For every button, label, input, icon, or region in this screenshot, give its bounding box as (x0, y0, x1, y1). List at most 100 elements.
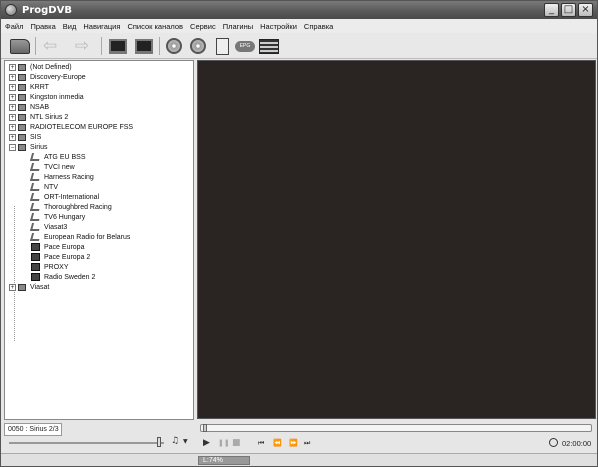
tree-channel-item[interactable]: NTV (29, 182, 58, 192)
tree-channel-item[interactable]: TV6 Hungary (29, 212, 86, 222)
tree-item-label: Pace Europa (44, 243, 85, 251)
maximize-button[interactable]: □ (561, 3, 576, 17)
menu-settings[interactable]: Настройки (260, 22, 297, 31)
expand-icon[interactable]: + (9, 133, 16, 141)
rewind-button[interactable]: ⏪ (273, 438, 282, 448)
tree-item-label: KRRT (30, 83, 49, 91)
video-display[interactable] (197, 60, 596, 419)
tree-item-label: SIS (30, 133, 42, 141)
epg-button[interactable]: EPG (234, 36, 256, 56)
radio-channel-icon (31, 263, 40, 271)
menu-channel-list[interactable]: Список каналов (127, 22, 183, 31)
document-button[interactable] (211, 36, 233, 56)
tree-item-label: RADIOTELECOM EUROPE FSS (30, 123, 134, 131)
open-folder-button[interactable] (9, 36, 31, 56)
menu-navigation[interactable]: Навигация (83, 22, 120, 31)
channel-status-field: 0050 : Sirius 2/3 (4, 423, 62, 436)
seek-thumb[interactable] (203, 424, 207, 432)
expand-icon[interactable]: + (9, 93, 16, 101)
tree-item-label: ORT-International (44, 193, 100, 201)
tree-provider-item[interactable]: + Viasat (9, 282, 49, 292)
menu-file[interactable]: Файл (5, 22, 23, 31)
tree-channel-item[interactable]: PROXY (31, 262, 69, 272)
tree-channel-item[interactable]: European Radio for Belarus (29, 232, 130, 242)
tree-item-label: (Not Defined) (30, 63, 72, 71)
tree-provider-item[interactable]: + Kingston inmedia (9, 92, 84, 102)
satellite-folder-icon (18, 73, 26, 81)
forward-button[interactable]: ⇨ (71, 36, 93, 56)
audio-note-icon[interactable]: ♫ (171, 436, 179, 446)
channel-tree[interactable]: + (Not Defined) + Discovery-Europe + KRRT + Kin… (4, 60, 194, 420)
close-button[interactable]: × (578, 3, 593, 17)
window-title: ProgDVB (22, 4, 72, 16)
expand-icon[interactable]: + (9, 63, 16, 71)
tree-provider-item[interactable]: + RADIOTELECOM EUROPE FSS (9, 122, 133, 132)
volume-slider[interactable] (9, 442, 164, 444)
collapse-icon[interactable]: − (9, 143, 16, 151)
title-bar[interactable]: ProgDVB _ □ × (1, 1, 597, 19)
app-logo-icon (5, 4, 17, 16)
tree-provider-item[interactable]: + (Not Defined) (9, 62, 72, 72)
volume-slider-thumb[interactable] (157, 437, 162, 447)
tree-provider-item[interactable]: + NSAB (9, 102, 49, 112)
tree-provider-item[interactable]: + KRRT (9, 82, 49, 92)
tv-channel-icon (29, 223, 42, 231)
tv-channel-icon (29, 203, 42, 211)
tv-channel-icon (29, 193, 42, 201)
tree-provider-item[interactable]: + Discovery-Europe (9, 72, 86, 82)
menu-edit[interactable]: Правка (30, 22, 55, 31)
arrow-right-icon: ⇨ (74, 36, 90, 56)
expand-icon[interactable]: + (9, 123, 16, 131)
next-button[interactable]: ⏭ (304, 438, 310, 448)
document-icon (215, 37, 229, 55)
app-window: ProgDVB _ □ × Файл Правка Вид Навигация … (0, 0, 598, 467)
expand-icon[interactable]: + (9, 283, 16, 291)
expand-icon[interactable]: + (9, 73, 16, 81)
monitor-button[interactable] (107, 36, 129, 56)
tree-channel-item[interactable]: Harness Racing (29, 172, 94, 182)
audio-dropdown-icon[interactable]: ▼ (183, 438, 188, 445)
menu-view[interactable]: Вид (63, 22, 77, 31)
tree-item-label: ATG EU BSS (44, 153, 86, 161)
tree-channel-item[interactable]: ORT-International (29, 192, 100, 202)
menu-plugins[interactable]: Плагины (223, 22, 253, 31)
satellite-folder-icon (18, 283, 26, 291)
expand-icon[interactable]: + (9, 83, 16, 91)
menu-service[interactable]: Сервис (190, 22, 216, 31)
tree-provider-item[interactable]: − Sirius (9, 142, 48, 152)
pause-button[interactable]: ❚❚ (218, 438, 230, 448)
tree-channel-item[interactable]: Pace Europa 2 (31, 252, 90, 262)
tree-channel-item[interactable]: Thoroughbred Racing (29, 202, 112, 212)
stop-button[interactable]: ■ (232, 438, 241, 448)
fast-forward-button[interactable]: ⏩ (289, 438, 298, 448)
tree-channel-item[interactable]: TVCI new (29, 162, 75, 172)
tree-item-label: Thoroughbred Racing (44, 203, 112, 211)
tv-channel-icon (29, 233, 42, 241)
tree-provider-item[interactable]: + NTL Sirius 2 (9, 112, 68, 122)
menu-help[interactable]: Справка (304, 22, 333, 31)
seek-bar[interactable] (200, 424, 592, 432)
menu-bar: Файл Правка Вид Навигация Список каналов… (1, 19, 597, 33)
scan-button[interactable] (163, 36, 185, 56)
tree-channel-item[interactable]: ATG EU BSS (29, 152, 86, 162)
teletext-icon (259, 38, 279, 54)
back-button[interactable]: ⇦ (39, 36, 61, 56)
expand-icon[interactable]: + (9, 103, 16, 111)
previous-button[interactable]: ⏮ (258, 438, 264, 448)
play-button[interactable]: ▶ (203, 438, 210, 448)
monitor-alt-button[interactable] (133, 36, 155, 56)
tree-item-label: TV6 Hungary (44, 213, 86, 221)
tv-channel-icon (29, 213, 42, 221)
tree-item-label: Harness Racing (44, 173, 94, 181)
expand-icon[interactable]: + (9, 113, 16, 121)
tree-item-label: NTV (44, 183, 58, 191)
tree-channel-item[interactable]: Radio Sweden 2 (31, 272, 95, 282)
tree-provider-item[interactable]: + SIS (9, 132, 41, 142)
tree-channel-item[interactable]: Pace Europa (31, 242, 84, 252)
tree-item-label: Pace Europa 2 (44, 253, 91, 261)
tree-channel-item[interactable]: Viasat3 (29, 222, 67, 232)
teletext-button[interactable] (258, 36, 280, 56)
monitor-off-icon (135, 38, 153, 54)
minimize-button[interactable]: _ (544, 3, 559, 17)
record-button[interactable] (187, 36, 209, 56)
